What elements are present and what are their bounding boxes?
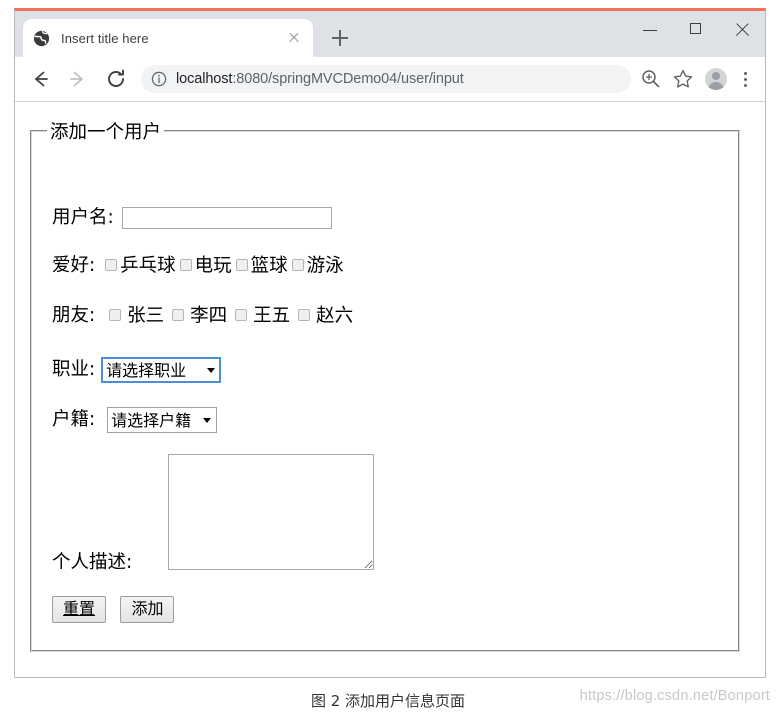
browser-tab[interactable]: Insert title here xyxy=(23,19,313,57)
minimize-icon[interactable] xyxy=(627,11,673,49)
add-user-form: 添加一个用户 用户名: 爱好: 乒乓球 电玩 篮球 游泳 朋友: 张三 李四 王五 赵六 xyxy=(30,118,740,652)
submit-button-label: 添加 xyxy=(131,599,164,618)
browser-window: Insert title here localhost:8080/springM… xyxy=(14,8,766,678)
url-host: localhost xyxy=(176,70,233,87)
info-circle-icon[interactable] xyxy=(151,71,167,87)
screenshot-root: Insert title here localhost:8080/springM… xyxy=(0,0,776,721)
username-row: 用户名: xyxy=(52,207,332,229)
origin-row: 户籍: 请选择户籍 xyxy=(52,407,218,433)
form-legend: 添加一个用户 xyxy=(50,122,162,143)
forward-arrow-icon[interactable] xyxy=(62,63,94,95)
globe-icon xyxy=(33,30,50,47)
url-path: :8080/springMVCDemo04/user/input xyxy=(232,70,464,87)
hobby-label: 爱好: xyxy=(52,255,96,276)
friend-checkbox-1[interactable] xyxy=(172,309,185,322)
form-buttons: 重置 添加 xyxy=(52,596,184,624)
job-row: 职业: 请选择职业 xyxy=(52,357,222,383)
avatar[interactable] xyxy=(699,64,733,94)
friend-option-label-2: 王五 xyxy=(253,305,291,327)
hobby-checkbox-3[interactable] xyxy=(291,259,304,272)
job-label: 职业: xyxy=(52,358,96,380)
avatar-icon xyxy=(705,67,727,90)
origin-select[interactable]: 请选择户籍 xyxy=(107,407,218,433)
star-icon[interactable] xyxy=(668,64,698,94)
username-label: 用户名: xyxy=(52,206,114,228)
maximize-icon[interactable] xyxy=(673,11,719,49)
friend-option-label-0: 张三 xyxy=(127,305,165,327)
origin-select-wrapper[interactable]: 请选择户籍 xyxy=(107,407,218,433)
friend-checkbox-2[interactable] xyxy=(235,309,248,322)
tab-title: Insert title here xyxy=(61,30,149,46)
job-select[interactable]: 请选择职业 xyxy=(101,357,222,383)
reset-button[interactable]: 重置 xyxy=(52,596,107,624)
reload-icon[interactable] xyxy=(100,63,132,95)
description-label: 个人描述: xyxy=(52,552,133,573)
hobby-checkbox-1[interactable] xyxy=(179,259,192,272)
page-viewport: 添加一个用户 用户名: 爱好: 乒乓球 电玩 篮球 游泳 朋友: 张三 李四 王五 赵六 xyxy=(15,101,765,677)
zoom-in-icon[interactable] xyxy=(636,64,666,94)
description-textarea[interactable] xyxy=(168,454,374,570)
friend-checkbox-3[interactable] xyxy=(298,309,311,322)
friend-label: 朋友: xyxy=(52,305,96,326)
address-bar[interactable]: localhost:8080/springMVCDemo04/user/inpu… xyxy=(141,64,631,93)
friend-checkbox-0[interactable] xyxy=(109,309,122,322)
window-controls xyxy=(627,11,765,49)
submit-button[interactable]: 添加 xyxy=(120,596,175,624)
new-tab-button[interactable] xyxy=(327,25,353,51)
browser-toolbar: localhost:8080/springMVCDemo04/user/inpu… xyxy=(15,57,765,101)
tab-strip: Insert title here xyxy=(15,11,765,57)
friend-option-label-3: 赵六 xyxy=(316,305,354,327)
hobby-option-label-0: 乒乓球 xyxy=(120,255,176,277)
friend-option-label-1: 李四 xyxy=(190,305,228,327)
origin-label: 户籍: xyxy=(52,408,96,430)
friend-row: 朋友: 张三 李四 王五 赵六 xyxy=(52,305,354,327)
watermark: https://blog.csdn.net/Bonport xyxy=(579,688,770,704)
hobby-checkbox-0[interactable] xyxy=(105,259,118,272)
hobby-option-label-1: 电玩 xyxy=(194,255,232,277)
back-arrow-icon[interactable] xyxy=(24,63,56,95)
close-icon[interactable] xyxy=(285,29,303,47)
hobby-checkbox-2[interactable] xyxy=(235,259,248,272)
hobby-row: 爱好: 乒乓球 电玩 篮球 游泳 xyxy=(52,255,344,277)
window-close-icon[interactable] xyxy=(719,11,765,49)
url-text: localhost:8080/springMVCDemo04/user/inpu… xyxy=(176,71,464,87)
kebab-menu-icon[interactable] xyxy=(733,64,759,94)
hobby-option-label-3: 游泳 xyxy=(306,255,344,277)
job-select-wrapper[interactable]: 请选择职业 xyxy=(101,357,222,383)
reset-button-label: 重置 xyxy=(63,599,96,618)
username-input[interactable] xyxy=(121,207,332,229)
hobby-option-label-2: 篮球 xyxy=(250,255,288,277)
